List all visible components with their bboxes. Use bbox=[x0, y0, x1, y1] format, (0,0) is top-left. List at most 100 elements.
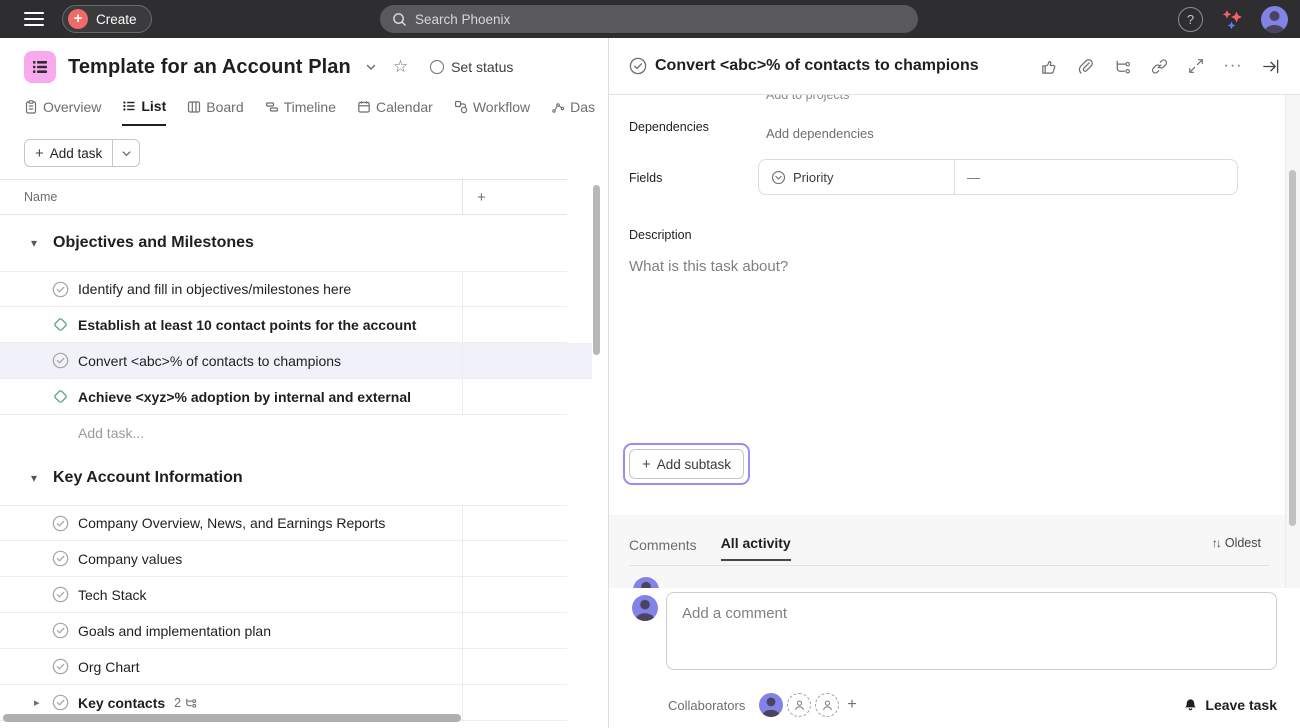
collapse-triangle-icon[interactable]: ▾ bbox=[31, 236, 43, 250]
search-bar[interactable] bbox=[380, 5, 918, 33]
tab-board[interactable]: Board bbox=[187, 96, 243, 126]
task-row[interactable]: Org Chart bbox=[0, 649, 567, 685]
task-row[interactable]: Identify and fill in objectives/mileston… bbox=[0, 271, 567, 307]
add-task-row[interactable]: Add task... bbox=[0, 415, 608, 451]
column-divider bbox=[462, 379, 463, 414]
help-icon[interactable]: ? bbox=[1178, 7, 1203, 32]
add-dependencies-button[interactable]: Add dependencies bbox=[766, 126, 874, 141]
add-task-button[interactable]: + Add task bbox=[25, 140, 113, 166]
tab-overview[interactable]: Overview bbox=[24, 96, 101, 126]
milestone-row[interactable]: Establish at least 10 contact points for… bbox=[0, 307, 567, 343]
sidebar-toggle-icon[interactable] bbox=[24, 12, 44, 26]
tab-workflow[interactable]: Workflow bbox=[454, 96, 530, 126]
tab-label: Calendar bbox=[376, 99, 433, 115]
horizontal-scrollbar[interactable] bbox=[3, 714, 461, 722]
task-row[interactable]: Company Overview, News, and Earnings Rep… bbox=[0, 505, 567, 541]
task-row[interactable]: Tech Stack bbox=[0, 577, 567, 613]
leave-task-button[interactable]: Leave task bbox=[1183, 697, 1277, 713]
tab-label: Overview bbox=[43, 99, 101, 115]
like-icon[interactable] bbox=[1038, 56, 1058, 76]
invite-person-icon[interactable] bbox=[787, 693, 811, 717]
tab-calendar[interactable]: Calendar bbox=[357, 96, 433, 126]
section-title[interactable]: Objectives and Milestones bbox=[53, 234, 254, 252]
tab-all-activity[interactable]: All activity bbox=[721, 535, 791, 561]
priority-field-value[interactable]: — bbox=[955, 160, 992, 194]
task-title[interactable]: Convert <abc>% of contacts to champions bbox=[78, 353, 341, 369]
right-vertical-scrollbar[interactable] bbox=[1289, 170, 1296, 526]
view-tabs: Overview List Board Timeline Calendar Wo… bbox=[0, 96, 596, 126]
collapse-triangle-icon[interactable]: ▾ bbox=[31, 471, 43, 485]
task-title[interactable]: Establish at least 10 contact points for… bbox=[78, 317, 416, 333]
description-input[interactable]: What is this task about? bbox=[629, 258, 788, 275]
milestone-row[interactable]: Achieve <xyz>% adoption by internal and … bbox=[0, 379, 567, 415]
sort-button[interactable]: ↑↓ Oldest bbox=[1212, 536, 1261, 550]
milestone-diamond-icon[interactable] bbox=[52, 316, 69, 333]
expand-triangle-icon[interactable]: ▸ bbox=[34, 696, 40, 709]
task-row-selected[interactable]: Convert <abc>% of contacts to champions bbox=[0, 343, 592, 379]
check-circle-icon[interactable] bbox=[629, 57, 647, 75]
user-avatar[interactable] bbox=[1261, 6, 1288, 33]
tab-label: Timeline bbox=[284, 99, 336, 115]
tab-dashboard[interactable]: Dashboard bbox=[551, 96, 596, 126]
tab-label: Dashboard bbox=[570, 99, 596, 115]
tab-timeline[interactable]: Timeline bbox=[265, 96, 336, 126]
task-title[interactable]: Company Overview, News, and Earnings Rep… bbox=[78, 515, 385, 531]
task-title[interactable]: Org Chart bbox=[78, 659, 139, 675]
invite-person-icon[interactable] bbox=[815, 693, 839, 717]
check-circle-icon[interactable] bbox=[52, 694, 69, 711]
priority-field[interactable]: Priority bbox=[759, 160, 955, 194]
attachment-icon[interactable] bbox=[1075, 56, 1095, 76]
add-collaborator-button[interactable]: + bbox=[847, 696, 856, 714]
left-vertical-scrollbar[interactable] bbox=[593, 185, 600, 355]
favorite-star-icon[interactable]: ☆ bbox=[393, 57, 408, 77]
check-circle-icon[interactable] bbox=[52, 550, 69, 567]
check-circle-icon[interactable] bbox=[52, 281, 69, 298]
page-title: Template for an Account Plan bbox=[68, 56, 351, 79]
chevron-down-icon[interactable] bbox=[365, 61, 377, 73]
add-task-placeholder[interactable]: Add task... bbox=[78, 425, 144, 441]
task-row[interactable]: Goals and implementation plan bbox=[0, 613, 567, 649]
more-options-icon[interactable]: ··· bbox=[1223, 56, 1243, 76]
project-icon[interactable] bbox=[24, 51, 56, 83]
add-subtask-button[interactable]: + Add subtask bbox=[629, 449, 744, 479]
empty-value: — bbox=[967, 170, 980, 185]
tab-comments[interactable]: Comments bbox=[629, 537, 697, 561]
create-button[interactable]: + Create bbox=[62, 5, 152, 33]
task-detail-panel: Convert <abc>% of contacts to champions … bbox=[608, 38, 1300, 728]
add-task-label: Add task bbox=[50, 146, 103, 161]
tab-list[interactable]: List bbox=[122, 96, 166, 126]
comment-input[interactable] bbox=[666, 592, 1277, 670]
check-circle-icon[interactable] bbox=[52, 352, 69, 369]
set-status-button[interactable]: Set status bbox=[430, 59, 513, 75]
project-header: Template for an Account Plan ☆ Set statu… bbox=[0, 38, 608, 96]
leave-task-label: Leave task bbox=[1205, 697, 1277, 713]
task-title[interactable]: Company values bbox=[78, 551, 182, 567]
check-circle-icon[interactable] bbox=[52, 515, 69, 532]
task-detail-title[interactable]: Convert <abc>% of contacts to champions bbox=[655, 57, 1038, 75]
check-circle-icon[interactable] bbox=[52, 622, 69, 639]
dashboard-icon bbox=[551, 100, 565, 114]
close-panel-icon[interactable] bbox=[1260, 56, 1280, 76]
column-divider bbox=[462, 180, 463, 214]
board-icon bbox=[187, 100, 201, 114]
expand-icon[interactable] bbox=[1186, 56, 1206, 76]
ai-sparkle-icon[interactable] bbox=[1219, 6, 1245, 32]
subtask-icon[interactable] bbox=[1112, 56, 1132, 76]
collaborators-label: Collaborators bbox=[668, 698, 745, 713]
task-title[interactable]: Identify and fill in objectives/mileston… bbox=[78, 281, 351, 297]
search-input[interactable] bbox=[415, 12, 906, 27]
section-title[interactable]: Key Account Information bbox=[53, 469, 243, 487]
task-title[interactable]: Key contacts bbox=[78, 695, 165, 711]
check-circle-icon[interactable] bbox=[52, 658, 69, 675]
milestone-diamond-icon[interactable] bbox=[52, 388, 69, 405]
add-task-dropdown[interactable] bbox=[113, 140, 139, 166]
check-circle-icon[interactable] bbox=[52, 586, 69, 603]
task-row[interactable]: Company values bbox=[0, 541, 567, 577]
add-to-projects-clipped[interactable]: Add to projects bbox=[766, 95, 849, 104]
task-title[interactable]: Tech Stack bbox=[78, 587, 146, 603]
task-title[interactable]: Achieve <xyz>% adoption by internal and … bbox=[78, 389, 411, 405]
add-column-button[interactable]: + bbox=[477, 189, 486, 206]
collaborator-avatar[interactable] bbox=[759, 693, 783, 717]
task-title[interactable]: Goals and implementation plan bbox=[78, 623, 271, 639]
link-icon[interactable] bbox=[1149, 56, 1169, 76]
